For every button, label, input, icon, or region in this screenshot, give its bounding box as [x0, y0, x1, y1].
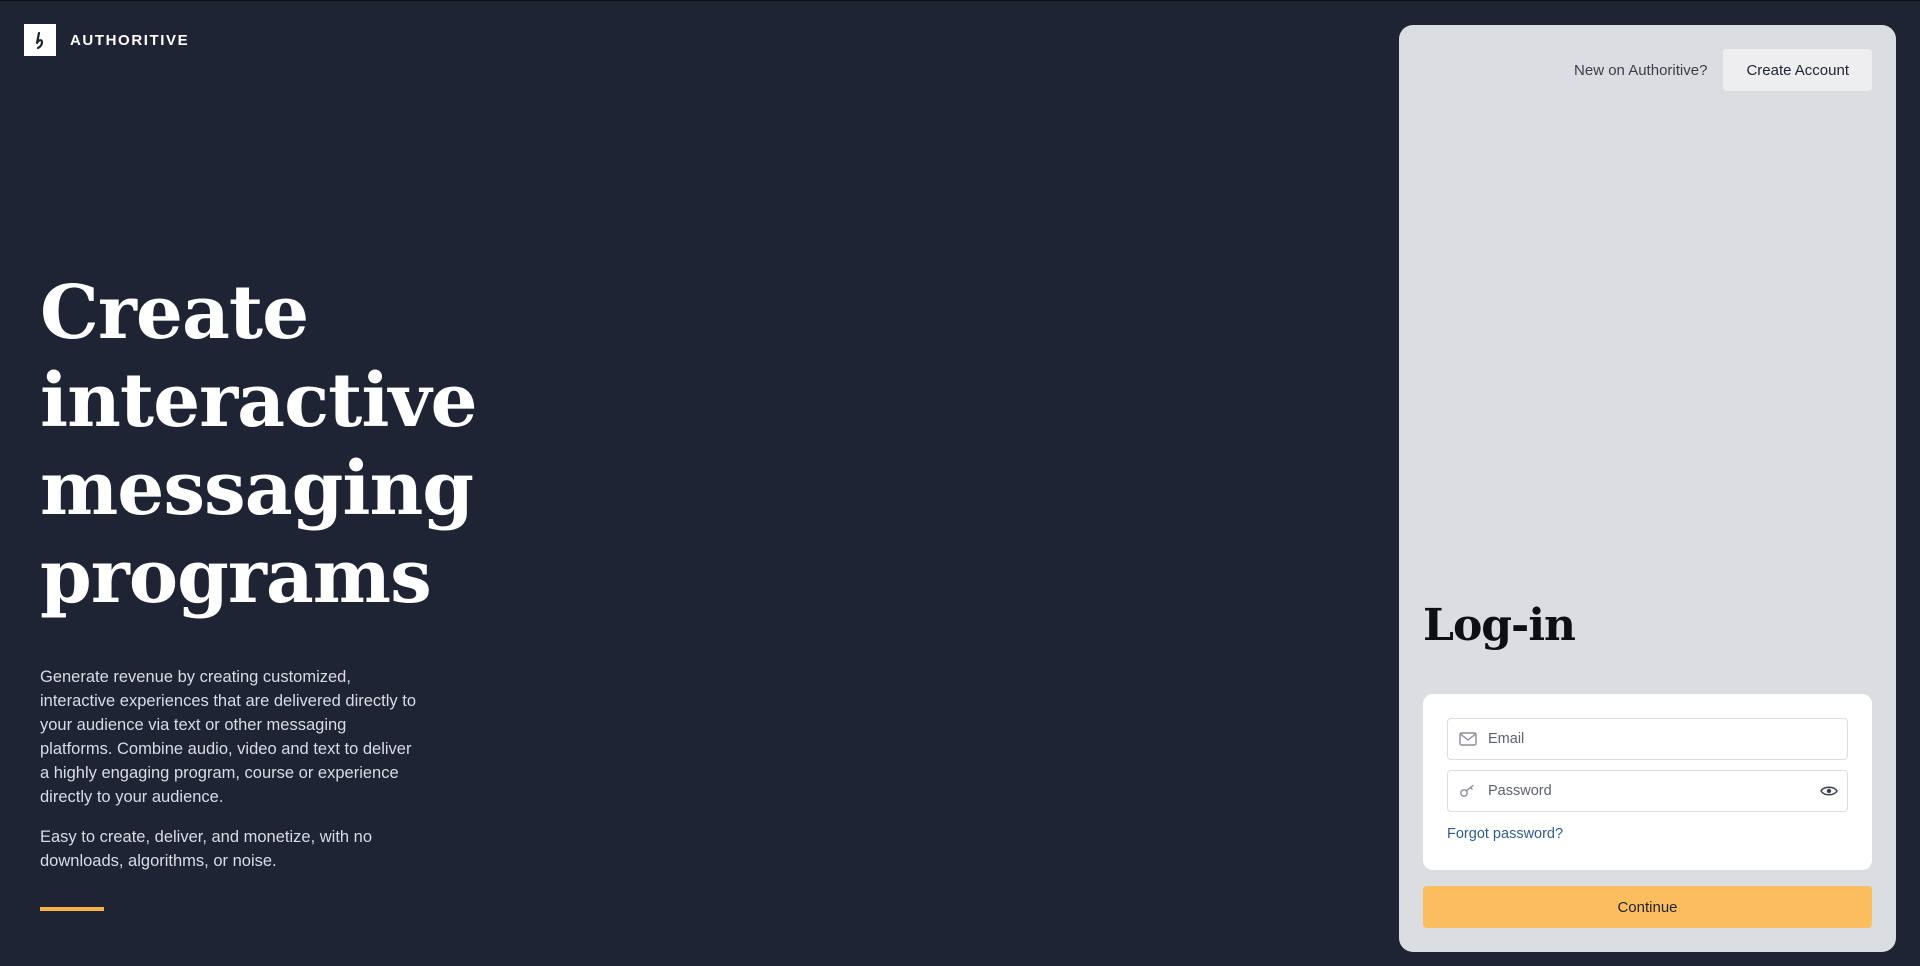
hero-title-line: messaging [40, 446, 474, 532]
hero-description-secondary: Easy to create, deliver, and monetize, w… [40, 828, 373, 870]
login-form: Forgot password? [1423, 694, 1872, 870]
authoritive-logo-icon [24, 24, 56, 56]
login-panel: New on Authoritive? Create Account Log-i… [1399, 25, 1896, 952]
login-page: AUTHORITIVE Create interactive messaging… [0, 0, 1920, 966]
hero-title: Create interactive messaging programs [40, 269, 478, 621]
continue-button[interactable]: Continue [1423, 886, 1872, 928]
login-title: Log-in [1423, 600, 1576, 651]
hero-title-line: Create [40, 270, 309, 356]
password-input[interactable] [1488, 771, 1811, 811]
email-field[interactable] [1447, 718, 1848, 760]
signup-prompt: New on Authoritive? Create Account [1574, 49, 1872, 91]
eye-icon[interactable] [1811, 785, 1847, 797]
mail-icon [1448, 732, 1488, 746]
brand-name: AUTHORITIVE [70, 31, 190, 49]
create-account-button[interactable]: Create Account [1723, 49, 1872, 91]
new-user-text: New on Authoritive? [1574, 61, 1708, 79]
brand[interactable]: AUTHORITIVE [24, 24, 189, 56]
forgot-password-link[interactable]: Forgot password? [1447, 826, 1563, 842]
accent-bar [40, 907, 104, 911]
email-input[interactable] [1488, 719, 1847, 759]
password-field[interactable] [1447, 770, 1848, 812]
key-icon [1448, 784, 1488, 798]
hero: Create interactive messaging programs Ge… [40, 269, 478, 873]
hero-title-line: interactive [40, 358, 478, 444]
hero-title-line: programs [40, 534, 432, 620]
hero-description: Generate revenue by creating customized,… [40, 668, 417, 806]
